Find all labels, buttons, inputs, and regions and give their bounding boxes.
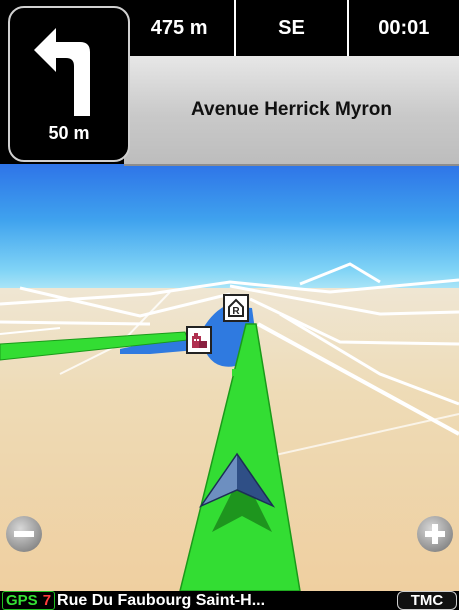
- navigation-screen: R 475 m SE 00:01 Avenue Herrick Myron 50…: [0, 0, 459, 610]
- plus-icon: [425, 524, 445, 544]
- trip-stats-bar: 475 m SE 00:01: [124, 0, 459, 56]
- zoom-out-button[interactable]: [6, 516, 42, 552]
- gps-label: GPS: [6, 592, 38, 609]
- maneuver-panel[interactable]: 50 m: [8, 6, 130, 162]
- next-street-name: Avenue Herrick Myron: [191, 99, 392, 120]
- tmc-button[interactable]: TMC: [397, 591, 457, 610]
- current-street: Rue Du Faubourg Saint-H...: [57, 591, 266, 609]
- satellite-count: 7: [42, 592, 52, 609]
- hotel-poi-icon[interactable]: [186, 326, 212, 354]
- next-street-banner[interactable]: Avenue Herrick Myron: [124, 56, 459, 166]
- turn-left-arrow-icon: [34, 28, 90, 116]
- restaurant-poi-icon[interactable]: R: [223, 294, 249, 322]
- zoom-in-button[interactable]: [417, 516, 453, 552]
- gps-status[interactable]: GPS 7: [2, 591, 56, 610]
- minus-icon: [14, 531, 34, 537]
- svg-text:R: R: [232, 306, 240, 317]
- heading-indicator[interactable]: SE: [234, 0, 346, 56]
- distance-remaining[interactable]: 475 m: [124, 0, 234, 56]
- clock[interactable]: 00:01: [346, 0, 459, 56]
- maneuver-distance: 50 m: [48, 123, 90, 143]
- map-view[interactable]: R: [0, 164, 459, 591]
- roads-layer: [0, 262, 459, 591]
- status-bar: GPS 7 Rue Du Faubourg Saint-H... TMC: [0, 591, 459, 610]
